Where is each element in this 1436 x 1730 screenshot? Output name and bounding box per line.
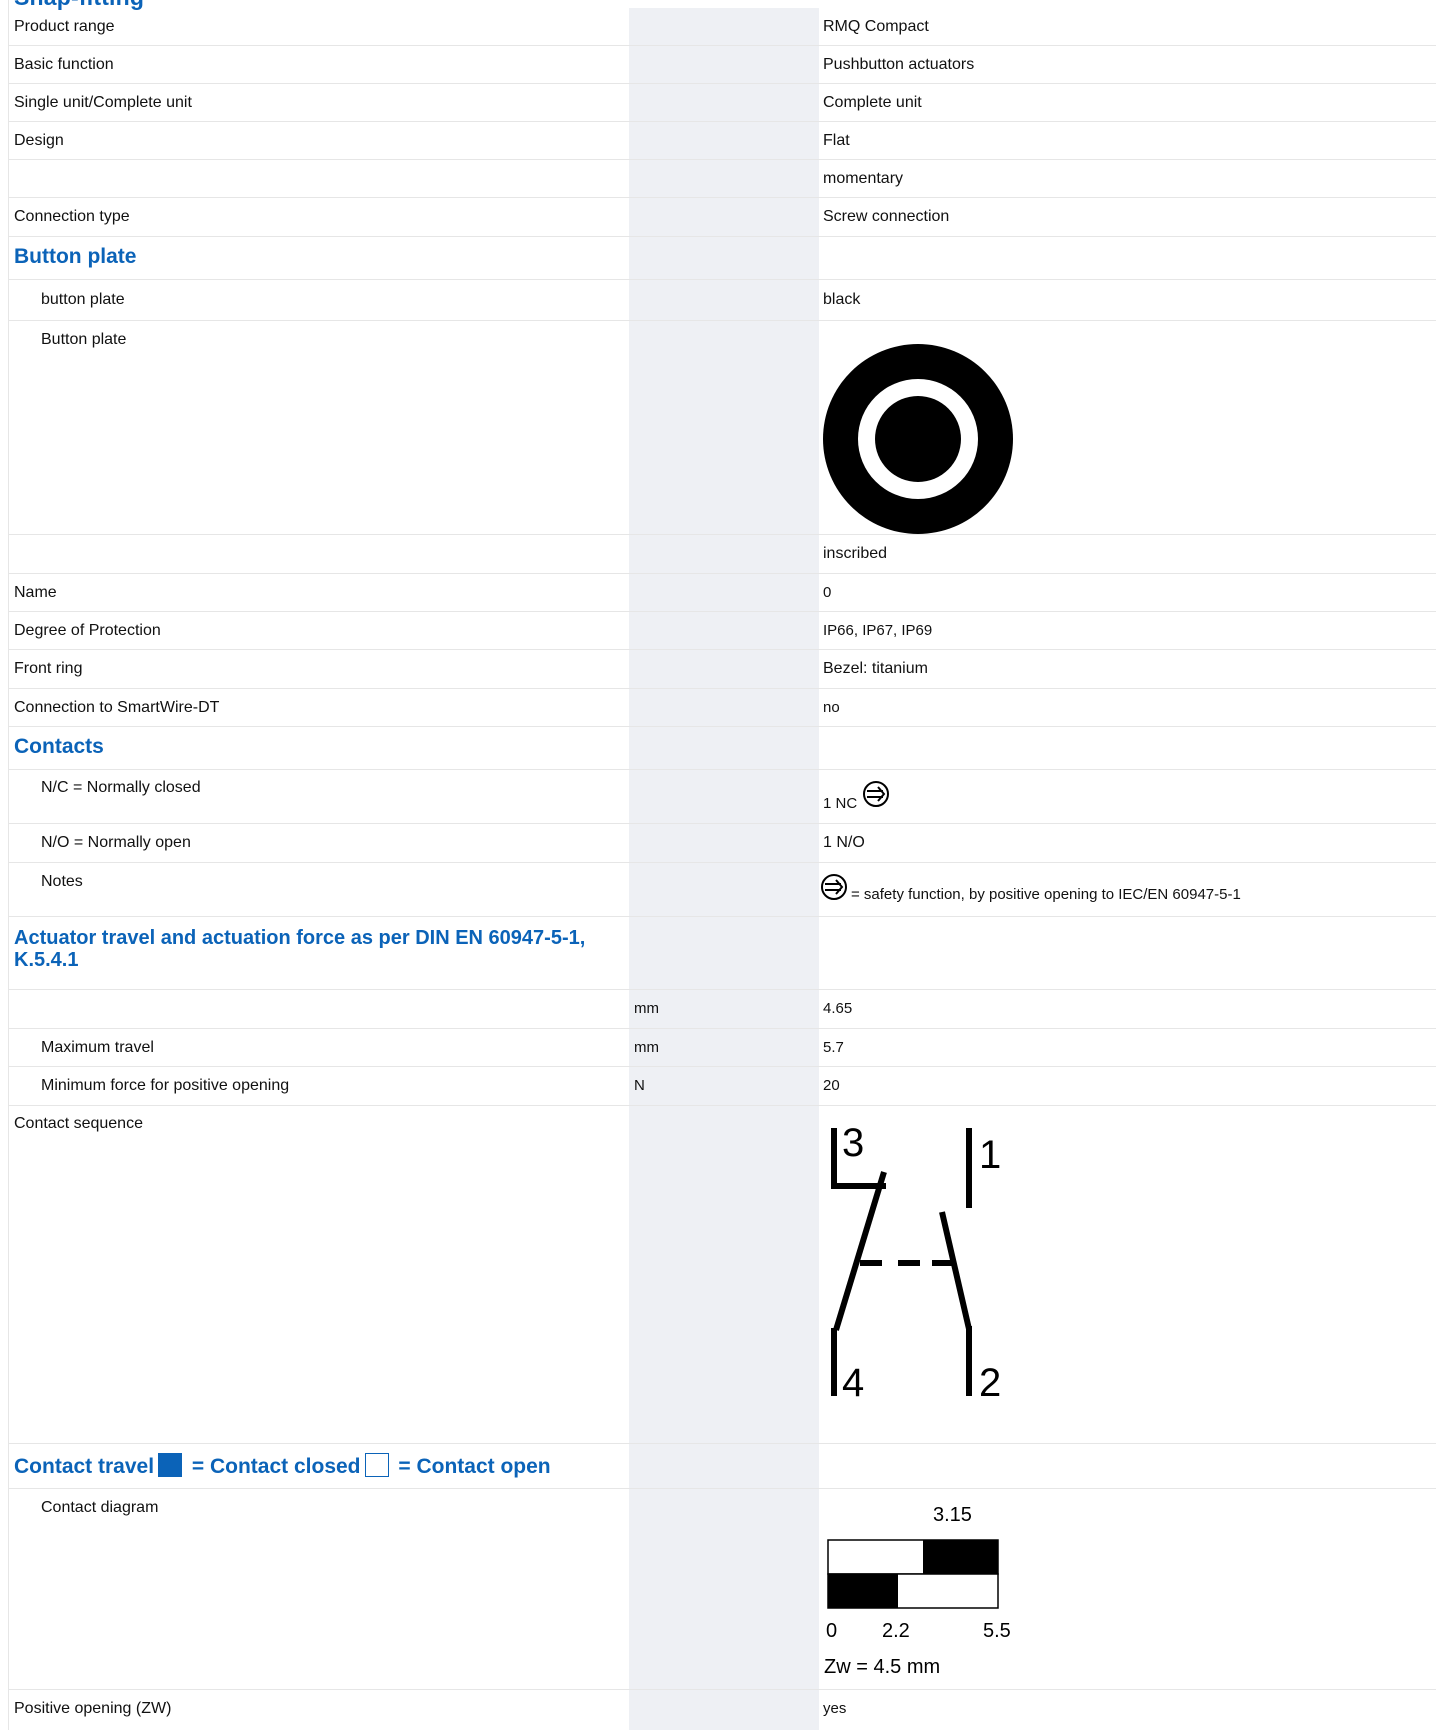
row-value: inscribed bbox=[823, 545, 888, 562]
terminal-1: 1 bbox=[979, 1133, 1001, 1177]
row-value: black bbox=[823, 291, 861, 308]
row-label: Maximum travel bbox=[41, 1039, 154, 1056]
row-label: Design bbox=[14, 132, 64, 149]
row-label: button plate bbox=[41, 291, 125, 308]
row-front-ring: Front ring Bezel: titanium bbox=[8, 650, 1436, 689]
row-single-complete: Single unit/Complete unit Complete unit bbox=[8, 84, 1436, 122]
contact-closed-swatch bbox=[158, 1453, 183, 1477]
row-product-range: Product range RMQ Compact bbox=[8, 8, 1436, 46]
row-value: momentary bbox=[823, 170, 904, 187]
row-normally-closed: N/C = Normally closed 1 NC bbox=[8, 770, 1436, 824]
row-label: Single unit/Complete unit bbox=[14, 94, 192, 111]
row-label: Product range bbox=[14, 18, 115, 35]
row-unit: mm bbox=[634, 1039, 659, 1056]
row-label: Contact diagram bbox=[41, 1499, 159, 1516]
row-value: Flat bbox=[823, 132, 850, 149]
row-label: Degree of Protection bbox=[14, 622, 161, 639]
row-label: Contact sequence bbox=[14, 1115, 143, 1132]
row-degree-protection: Degree of Protection IP66, IP67, IP69 bbox=[8, 612, 1436, 650]
row-label: Name bbox=[14, 584, 57, 601]
row-value: 1 NC bbox=[823, 778, 890, 818]
positive-opening-icon bbox=[863, 781, 890, 807]
button-plate-icon bbox=[823, 344, 1013, 534]
section-heading-contact-travel: Contact travel = Contact closed = Contac… bbox=[8, 1444, 1436, 1489]
row-label: N/O = Normally open bbox=[41, 834, 191, 851]
row-label: Connection type bbox=[14, 208, 130, 225]
row-label: Button plate bbox=[41, 331, 127, 348]
contact-open-label: = Contact open bbox=[392, 1455, 551, 1478]
row-max-travel: Maximum travel mm 5.7 bbox=[8, 1029, 1436, 1067]
row-value: 4.65 bbox=[823, 1000, 853, 1017]
contact-open-swatch bbox=[364, 1453, 389, 1477]
contact-travel-label: Contact travel bbox=[14, 1455, 155, 1478]
positive-opening-icon bbox=[821, 874, 847, 900]
row-label: Positive opening (ZW) bbox=[14, 1700, 172, 1717]
row-momentary: momentary bbox=[8, 160, 1436, 198]
row-smartwire: Connection to SmartWire-DT no bbox=[8, 689, 1436, 727]
terminal-3: 3 bbox=[842, 1121, 864, 1165]
row-label: N/C = Normally closed bbox=[41, 779, 201, 796]
diagram-axis-55: 5.5 bbox=[983, 1620, 1011, 1642]
row-connection-type: Connection type Screw connection bbox=[8, 198, 1436, 237]
row-travel: mm 4.65 bbox=[8, 990, 1436, 1029]
row-label: Basic function bbox=[14, 56, 114, 73]
diagram-axis-22: 2.2 bbox=[882, 1620, 910, 1642]
row-value: 5.7 bbox=[823, 1039, 844, 1056]
row-label: Minimum force for positive opening bbox=[41, 1077, 290, 1094]
row-name: Name 0 bbox=[8, 574, 1436, 612]
row-positive-opening: Positive opening (ZW) yes bbox=[8, 1690, 1436, 1730]
diagram-top-label: 3.15 bbox=[933, 1504, 972, 1526]
row-value: Screw connection bbox=[823, 208, 950, 225]
row-value: IP66, IP67, IP69 bbox=[823, 622, 933, 639]
row-inscribed: inscribed bbox=[8, 535, 1436, 574]
row-notes: Notes = safety function, by positive ope… bbox=[8, 863, 1436, 917]
row-design: Design Flat bbox=[8, 122, 1436, 160]
contact-sequence-symbol: 3 1 4 2 bbox=[831, 1121, 1001, 1405]
row-button-plate-color: button plate black bbox=[8, 280, 1436, 321]
row-value: 20 bbox=[823, 1077, 840, 1094]
contact-closed-label: = Contact closed bbox=[186, 1455, 361, 1478]
row-value: = safety function, by positive opening t… bbox=[851, 886, 1241, 903]
row-button-plate-image: Button plate bbox=[8, 321, 1436, 535]
row-value: no bbox=[823, 699, 840, 716]
section-heading-contacts: Contacts bbox=[8, 727, 1436, 770]
row-normally-open: N/O = Normally open 1 N/O bbox=[8, 824, 1436, 863]
section-heading-button-plate: Button plate bbox=[8, 237, 1436, 280]
row-value: Bezel: titanium bbox=[823, 660, 928, 677]
row-value: 0 bbox=[823, 584, 832, 601]
terminal-4: 4 bbox=[842, 1361, 864, 1405]
row-min-force: Minimum force for positive opening N 20 bbox=[8, 1067, 1436, 1106]
row-basic-function: Basic function Pushbutton actuators bbox=[8, 46, 1436, 84]
section-title: Contacts bbox=[14, 735, 104, 758]
section-heading-actuator-travel: Actuator travel and actuation force as p… bbox=[8, 917, 1436, 990]
row-value: Complete unit bbox=[823, 94, 922, 111]
row-value: 1 N/O bbox=[823, 834, 865, 851]
row-value: RMQ Compact bbox=[823, 18, 929, 35]
section-title: Actuator travel and actuation force as p… bbox=[14, 927, 586, 971]
row-value: Pushbutton actuators bbox=[823, 56, 975, 73]
row-unit: N bbox=[634, 1077, 645, 1094]
row-label: Front ring bbox=[14, 660, 83, 677]
diagram-zw-label: Zw = 4.5 mm bbox=[824, 1656, 940, 1678]
nc-value-text: 1 NC bbox=[823, 795, 858, 812]
diagram-axis-0: 0 bbox=[826, 1620, 837, 1642]
row-contact-sequence: Contact sequence 3 1 4 2 bbox=[8, 1106, 1436, 1444]
row-label: Connection to SmartWire-DT bbox=[14, 699, 220, 716]
row-label: Notes bbox=[41, 873, 83, 890]
row-value: yes bbox=[823, 1700, 847, 1717]
contact-diagram-figure: 3.15 0 2.2 5.5 Zw = 4.5 mm bbox=[824, 1504, 1011, 1678]
row-contact-diagram: Contact diagram 3.15 0 2.2 5.5 Zw = 4.5 … bbox=[8, 1489, 1436, 1690]
row-unit: mm bbox=[634, 1000, 659, 1017]
section-title: Button plate bbox=[14, 245, 137, 268]
terminal-2: 2 bbox=[979, 1361, 1001, 1405]
section-title: Contact travel = Contact closed = Contac… bbox=[14, 1453, 551, 1479]
